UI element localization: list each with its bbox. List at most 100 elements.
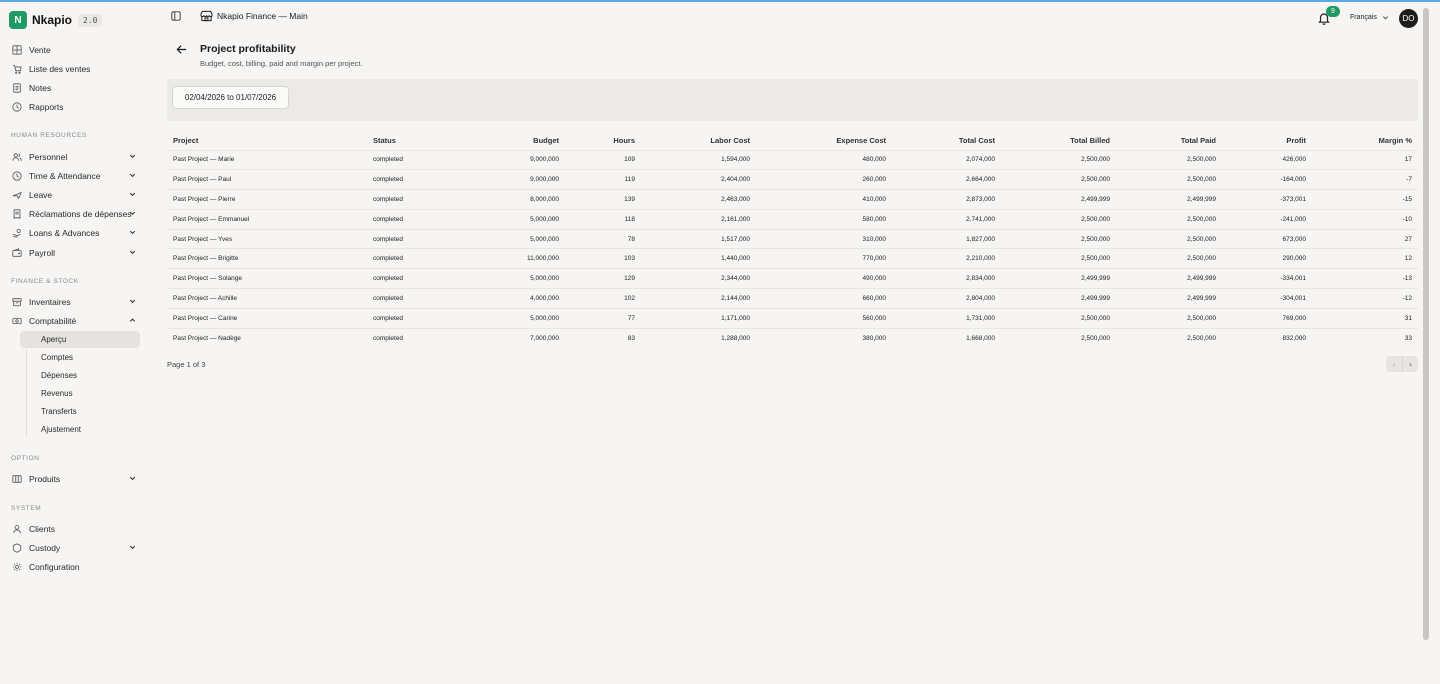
shield-icon bbox=[11, 543, 22, 554]
table-cell: 9,000,000 bbox=[475, 169, 565, 190]
clock-icon bbox=[11, 102, 22, 113]
table-cell: 119 bbox=[565, 169, 641, 190]
sidebar: N Nkapio 2.0 Vente Liste des ventes Note… bbox=[0, 2, 150, 684]
sidebar-toggle-icon[interactable] bbox=[171, 11, 181, 21]
table-row[interactable]: Past Project — Brigitte completed 11,000,0… bbox=[167, 248, 1418, 269]
sidebar-item-liste-des-ventes[interactable]: Liste des ventes bbox=[11, 60, 139, 78]
table-row[interactable]: Past Project — Pierre completed 8,000,000 1… bbox=[167, 189, 1418, 210]
top-header: Nkapio Finance — Main 9 Français DO bbox=[163, 2, 1428, 34]
table-cell: 2,499,999 bbox=[1116, 189, 1222, 210]
sidebar-item-payroll[interactable]: Payroll bbox=[11, 244, 139, 262]
sidebar-item-loans-advances[interactable]: Loans & Advances bbox=[11, 224, 139, 242]
table-cell: 1,594,000 bbox=[641, 149, 756, 170]
page-subtitle: Budget, cost, billing, paid and margin p… bbox=[200, 59, 363, 68]
language-selector[interactable]: Français bbox=[1350, 14, 1389, 21]
sidebar-item-produits[interactable]: Produits bbox=[11, 470, 139, 488]
table-cell: 260,000 bbox=[756, 169, 892, 190]
sidebar-item-vente[interactable]: Vente bbox=[11, 41, 139, 59]
store-selector[interactable]: Nkapio Finance — Main bbox=[200, 10, 308, 22]
sidebar-item-rapports[interactable]: Rapports bbox=[11, 98, 139, 116]
column-header[interactable]: Status bbox=[367, 132, 475, 150]
sidebar-subitem-depenses[interactable]: Dépenses bbox=[20, 367, 140, 384]
table-cell: 2,500,000 bbox=[1116, 149, 1222, 170]
back-arrow-icon[interactable] bbox=[176, 44, 187, 55]
sidebar-item-notes[interactable]: Notes bbox=[11, 79, 139, 97]
table-cell: 139 bbox=[565, 189, 641, 210]
sidebar-item-leave[interactable]: Leave bbox=[11, 186, 139, 204]
table-cell: Past Project — Marie bbox=[167, 149, 367, 170]
sidebar-item-reclamations[interactable]: Réclamations de dépenses bbox=[11, 205, 139, 223]
sidebar-subitem-transferts[interactable]: Transferts bbox=[20, 403, 140, 420]
note-icon bbox=[11, 83, 22, 94]
table-row[interactable]: Past Project — Achille completed 4,000,000… bbox=[167, 288, 1418, 309]
sidebar-item-comptabilite[interactable]: Comptabilité bbox=[11, 312, 139, 330]
table-cell: completed bbox=[367, 307, 475, 329]
table-cell: 118 bbox=[565, 208, 641, 230]
table-row[interactable]: Past Project — Nadège completed 7,000,000 8… bbox=[167, 327, 1418, 348]
section-title-option: OPTION bbox=[11, 455, 40, 462]
sidebar-item-time-attendance[interactable]: Time & Attendance bbox=[11, 167, 139, 185]
sidebar-subitem-ajustement[interactable]: Ajustement bbox=[20, 421, 140, 438]
table-cell: 2,499,999 bbox=[1001, 268, 1116, 289]
previous-page-button[interactable]: ‹ bbox=[1386, 356, 1402, 372]
section-title-system: SYSTEM bbox=[11, 505, 42, 512]
table-row[interactable]: Past Project — Paul completed 9,000,000 119… bbox=[167, 169, 1418, 190]
sidebar-item-clients[interactable]: Clients bbox=[11, 520, 139, 538]
column-header[interactable]: Hours bbox=[565, 132, 641, 150]
table-cell: Past Project — Brigitte bbox=[167, 248, 367, 269]
column-header[interactable]: Profit bbox=[1222, 132, 1312, 150]
column-header[interactable]: Expense Cost bbox=[756, 132, 892, 150]
table-cell: 2,500,000 bbox=[1001, 208, 1116, 230]
sidebar-item-label: Leave bbox=[29, 190, 53, 200]
sidebar-item-personnel[interactable]: Personnel bbox=[11, 148, 139, 166]
table-row[interactable]: Past Project — Carine completed 5,000,000 7… bbox=[167, 307, 1418, 329]
table-cell: 2,499,999 bbox=[1116, 288, 1222, 309]
sidebar-item-label: Réclamations de dépenses bbox=[29, 209, 132, 219]
table-cell: 12 bbox=[1312, 248, 1418, 269]
sidebar-item-label: Vente bbox=[29, 45, 51, 55]
table-cell: Past Project — Carine bbox=[167, 307, 367, 329]
column-header[interactable]: Total Billed bbox=[1001, 132, 1116, 150]
avatar[interactable]: DO bbox=[1399, 9, 1418, 28]
gear-icon bbox=[11, 562, 22, 573]
sidebar-item-label: Clients bbox=[29, 524, 55, 534]
table-cell: completed bbox=[367, 169, 475, 190]
sidebar-item-label: Comptabilité bbox=[29, 316, 77, 326]
table-row[interactable]: Past Project — Emmanuel completed 5,000,00… bbox=[167, 208, 1418, 230]
column-header[interactable]: Total Paid bbox=[1116, 132, 1222, 150]
table-cell: 1,171,000 bbox=[641, 307, 756, 329]
sidebar-subitem-apercu[interactable]: Aperçu bbox=[20, 331, 140, 348]
chevron-down-icon bbox=[129, 545, 136, 550]
chevron-down-icon bbox=[129, 230, 136, 235]
table-cell: completed bbox=[367, 228, 475, 249]
table-cell: Past Project — Nadège bbox=[167, 327, 367, 348]
brand-name: Nkapio bbox=[32, 13, 73, 27]
table-cell: 31 bbox=[1312, 307, 1418, 329]
column-header[interactable]: Total Cost bbox=[892, 132, 1001, 150]
date-range-picker[interactable]: 02/04/2026 to 01/07/2026 bbox=[172, 86, 289, 109]
box-icon bbox=[11, 297, 22, 308]
table-cell: 2,500,000 bbox=[1001, 327, 1116, 348]
column-header[interactable]: Margin % bbox=[1312, 132, 1418, 150]
column-header[interactable]: Project bbox=[167, 132, 367, 150]
table-row[interactable]: Past Project — Yves completed 5,000,000 78 1… bbox=[167, 228, 1418, 249]
column-header[interactable]: Budget bbox=[475, 132, 565, 150]
column-header[interactable]: Labor Cost bbox=[641, 132, 756, 150]
vertical-scrollbar[interactable] bbox=[1423, 8, 1429, 640]
table-row[interactable]: Past Project — Solange completed 5,000,000… bbox=[167, 268, 1418, 289]
sidebar-item-custody[interactable]: Custody bbox=[11, 539, 139, 557]
sidebar-subitem-comptes[interactable]: Comptes bbox=[20, 349, 140, 366]
brand[interactable]: N Nkapio 2.0 bbox=[9, 10, 103, 30]
table-cell: 290,000 bbox=[1222, 248, 1312, 269]
table-cell: 1,440,000 bbox=[641, 248, 756, 269]
sidebar-subitem-revenus[interactable]: Revenus bbox=[20, 385, 140, 402]
section-title-finance: FINANCE & STOCK bbox=[11, 278, 79, 285]
table-cell: 1,731,000 bbox=[892, 307, 1001, 329]
sidebar-item-configuration[interactable]: Configuration bbox=[11, 558, 139, 576]
table-cell: 5,000,000 bbox=[475, 208, 565, 230]
table-row[interactable]: Past Project — Marie completed 9,000,000 10… bbox=[167, 149, 1418, 170]
next-page-button[interactable]: › bbox=[1402, 356, 1418, 372]
sidebar-item-inventaires[interactable]: Inventaires bbox=[11, 293, 139, 311]
table-cell: -334,001 bbox=[1222, 268, 1312, 289]
version-badge: 2.0 bbox=[78, 13, 103, 27]
